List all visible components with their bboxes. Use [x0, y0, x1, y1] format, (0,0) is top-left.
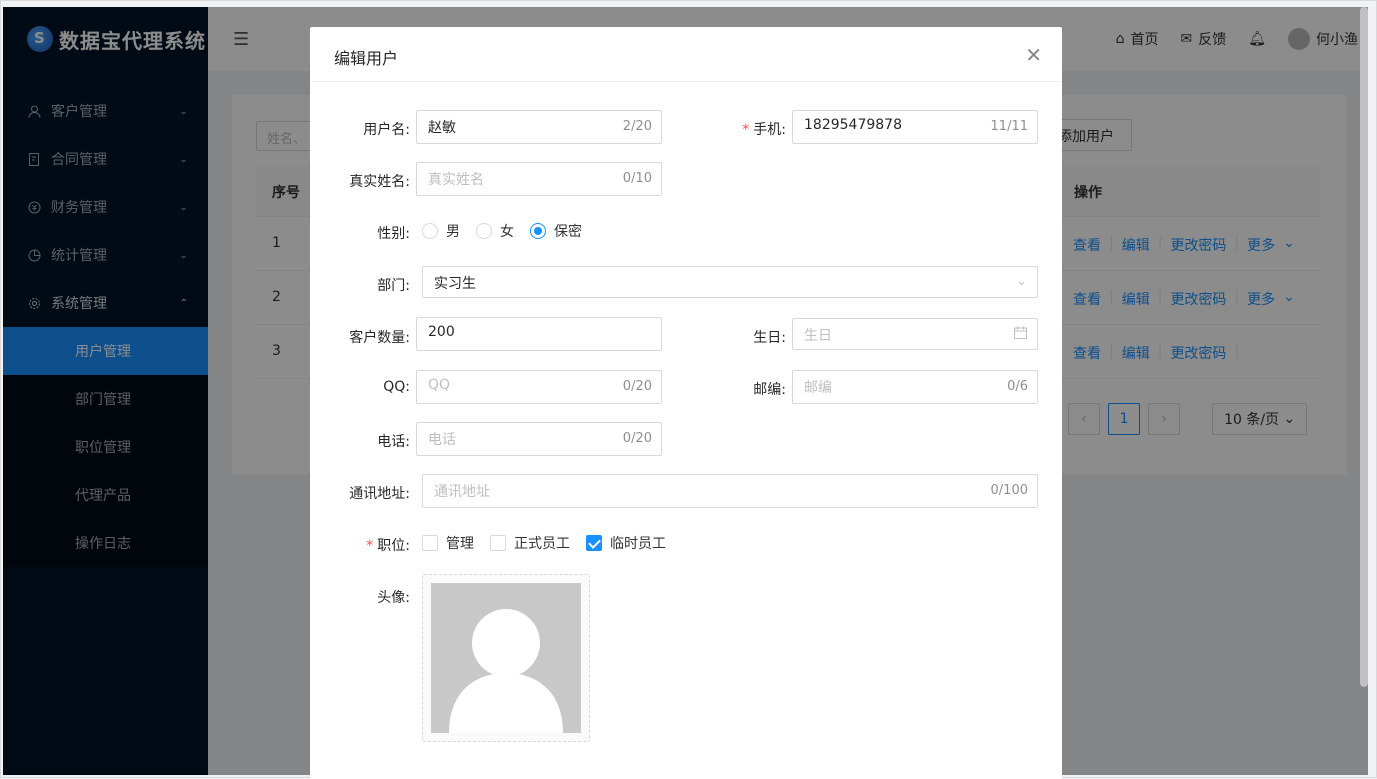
gender-radio-group: 男 女 保密 [422, 221, 598, 241]
phone-label: * 手机: [742, 122, 786, 138]
department-label: 部门: [377, 278, 410, 294]
customers-input[interactable]: 200 [416, 317, 662, 351]
modal-title: 编辑用户 [334, 49, 399, 68]
radio-label: 女 [500, 224, 514, 240]
radio-secret[interactable] [530, 223, 546, 239]
scrollbar[interactable] [1360, 7, 1368, 687]
address-input[interactable]: 通讯地址 0/100 [422, 474, 1038, 508]
phone-value: 18295479878 [804, 117, 902, 133]
char-count: 0/100 [990, 483, 1028, 498]
chevron-down-icon: ⌄ [1016, 274, 1027, 289]
char-count: 0/20 [622, 431, 652, 446]
avatar-upload[interactable] [422, 574, 590, 742]
calendar-icon [1014, 326, 1027, 343]
placeholder: 邮编 [804, 380, 832, 396]
department-value: 实习生 [434, 276, 476, 292]
qq-label: QQ: [383, 379, 410, 395]
radio-male[interactable] [422, 223, 438, 239]
address-label: 通讯地址: [349, 486, 410, 502]
char-count: 0/10 [622, 171, 652, 186]
app-frame: 数据宝代理系统 客户管理 ⌄ 合同管理 ⌄ 财务管理 [0, 0, 1377, 779]
postcode-input[interactable]: 邮编 0/6 [792, 370, 1038, 404]
radio-label: 保密 [554, 224, 582, 240]
checkbox-label: 临时员工 [610, 536, 666, 552]
tel-label: 电话: [377, 434, 410, 450]
placeholder: 生日 [804, 328, 832, 344]
char-count: 2/20 [622, 119, 652, 134]
checkbox-manager[interactable] [422, 535, 438, 551]
radio-label: 男 [446, 224, 460, 240]
username-input[interactable]: 赵敏 2/20 [416, 110, 662, 144]
placeholder: QQ [428, 377, 451, 393]
qq-input[interactable]: QQ 0/20 [416, 370, 662, 404]
avatar-placeholder-icon [431, 583, 581, 733]
realname-input[interactable]: 真实姓名 0/10 [416, 162, 662, 196]
birthday-picker[interactable]: 生日 [792, 318, 1038, 350]
edit-user-modal: 编辑用户 ✕ 用户名: 赵敏 2/20 * 手机: 18295479878 11/… [310, 27, 1062, 779]
checkbox-regular-staff[interactable] [490, 535, 506, 551]
checkbox-temp-staff[interactable] [586, 535, 602, 551]
position-label: * 职位: [366, 538, 410, 554]
modal-header: 编辑用户 [310, 27, 1062, 82]
char-count: 0/20 [622, 379, 652, 394]
department-select[interactable]: 实习生 ⌄ [422, 266, 1038, 298]
postcode-label: 邮编: [753, 382, 786, 398]
gender-label: 性别: [377, 226, 410, 242]
placeholder: 真实姓名 [428, 172, 484, 188]
customers-value: 200 [428, 324, 455, 340]
birthday-label: 生日: [753, 330, 786, 346]
avatar-label: 头像: [377, 590, 410, 606]
tel-input[interactable]: 电话 0/20 [416, 422, 662, 456]
customers-label: 客户数量: [349, 330, 410, 346]
realname-label: 真实姓名: [349, 174, 410, 190]
placeholder: 通讯地址 [434, 484, 490, 500]
placeholder: 电话 [428, 432, 456, 448]
checkbox-label: 正式员工 [514, 536, 570, 552]
username-label: 用户名: [363, 122, 410, 138]
phone-input[interactable]: 18295479878 11/11 [792, 110, 1038, 144]
char-count: 11/11 [990, 119, 1028, 134]
username-value: 赵敏 [428, 120, 456, 136]
radio-female[interactable] [476, 223, 492, 239]
char-count: 0/6 [1007, 379, 1028, 394]
close-icon[interactable]: ✕ [1025, 43, 1042, 67]
checkbox-label: 管理 [446, 536, 474, 552]
position-checkbox-group: 管理 正式员工 临时员工 [422, 533, 682, 553]
